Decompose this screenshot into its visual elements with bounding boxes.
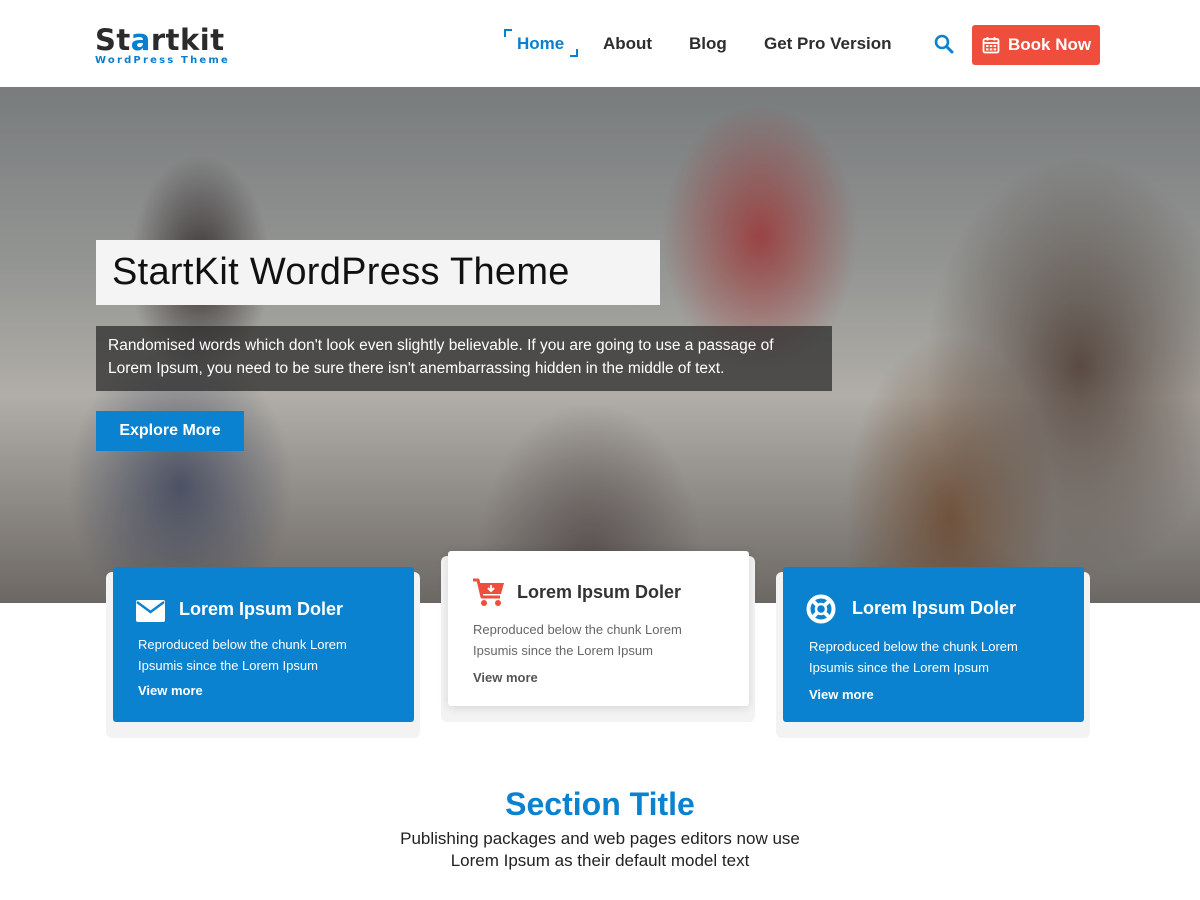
nav-blog[interactable]: Blog <box>689 34 727 54</box>
envelope-icon <box>136 600 165 622</box>
hero-title: StartKit WordPress Theme <box>112 251 570 293</box>
feature-title: Lorem Ipsum Doler <box>517 582 682 602</box>
site-header: Startkit WordPress Theme Home About Blog… <box>0 0 1200 87</box>
feature-text: Reproduced below the chunk Lorem Ipsumis… <box>473 622 682 658</box>
view-more-link[interactable]: View more <box>138 683 203 698</box>
calendar-icon <box>982 37 1000 54</box>
explore-more-button[interactable]: Explore More <box>96 411 244 451</box>
cart-icon <box>473 578 504 606</box>
active-nav-bracket-top <box>504 29 512 37</box>
hero-description-box: Randomised words which don't look even s… <box>96 326 832 391</box>
feature-title: Lorem Ipsum Doler <box>852 598 1017 618</box>
section-subtitle-line: Lorem Ipsum as their default model text <box>450 851 750 870</box>
logo-wordmark: Startkit <box>95 23 225 57</box>
nav-home[interactable]: Home <box>517 34 564 54</box>
feature-text: Reproduced below the chunk Lorem Ipsumis… <box>138 637 347 673</box>
active-nav-bracket-bottom <box>570 49 578 57</box>
book-now-button[interactable]: Book Now <box>972 25 1100 65</box>
hero-banner: StartKit WordPress Theme Randomised word… <box>0 87 1200 603</box>
book-now-label: Book Now <box>1008 35 1092 54</box>
section-subtitle: Publishing packages and web pages editor… <box>0 828 1200 872</box>
feature-card-2[interactable]: Lorem Ipsum Doler Reproduced below the c… <box>448 551 749 706</box>
hero-title-box: StartKit WordPress Theme <box>96 240 660 305</box>
feature-title: Lorem Ipsum Doler <box>179 599 344 619</box>
logo-tagline: WordPress Theme <box>95 55 230 66</box>
search-icon[interactable] <box>934 34 956 56</box>
hero-description: Randomised words which don't look even s… <box>108 337 774 377</box>
lifebuoy-icon <box>806 594 836 624</box>
feature-card-3[interactable]: Lorem Ipsum Doler Reproduced below the c… <box>783 567 1084 722</box>
feature-card-1[interactable]: Lorem Ipsum Doler Reproduced below the c… <box>113 567 414 722</box>
section-title: Section Title <box>505 786 695 822</box>
nav-about[interactable]: About <box>603 34 652 54</box>
feature-text: Reproduced below the chunk Lorem Ipsumis… <box>809 639 1018 675</box>
view-more-link[interactable]: View more <box>473 670 538 685</box>
section-subtitle-line: Publishing packages and web pages editor… <box>400 829 800 848</box>
view-more-link[interactable]: View more <box>809 687 874 702</box>
nav-get-pro[interactable]: Get Pro Version <box>764 34 892 54</box>
site-logo[interactable]: Startkit WordPress Theme <box>95 26 240 68</box>
